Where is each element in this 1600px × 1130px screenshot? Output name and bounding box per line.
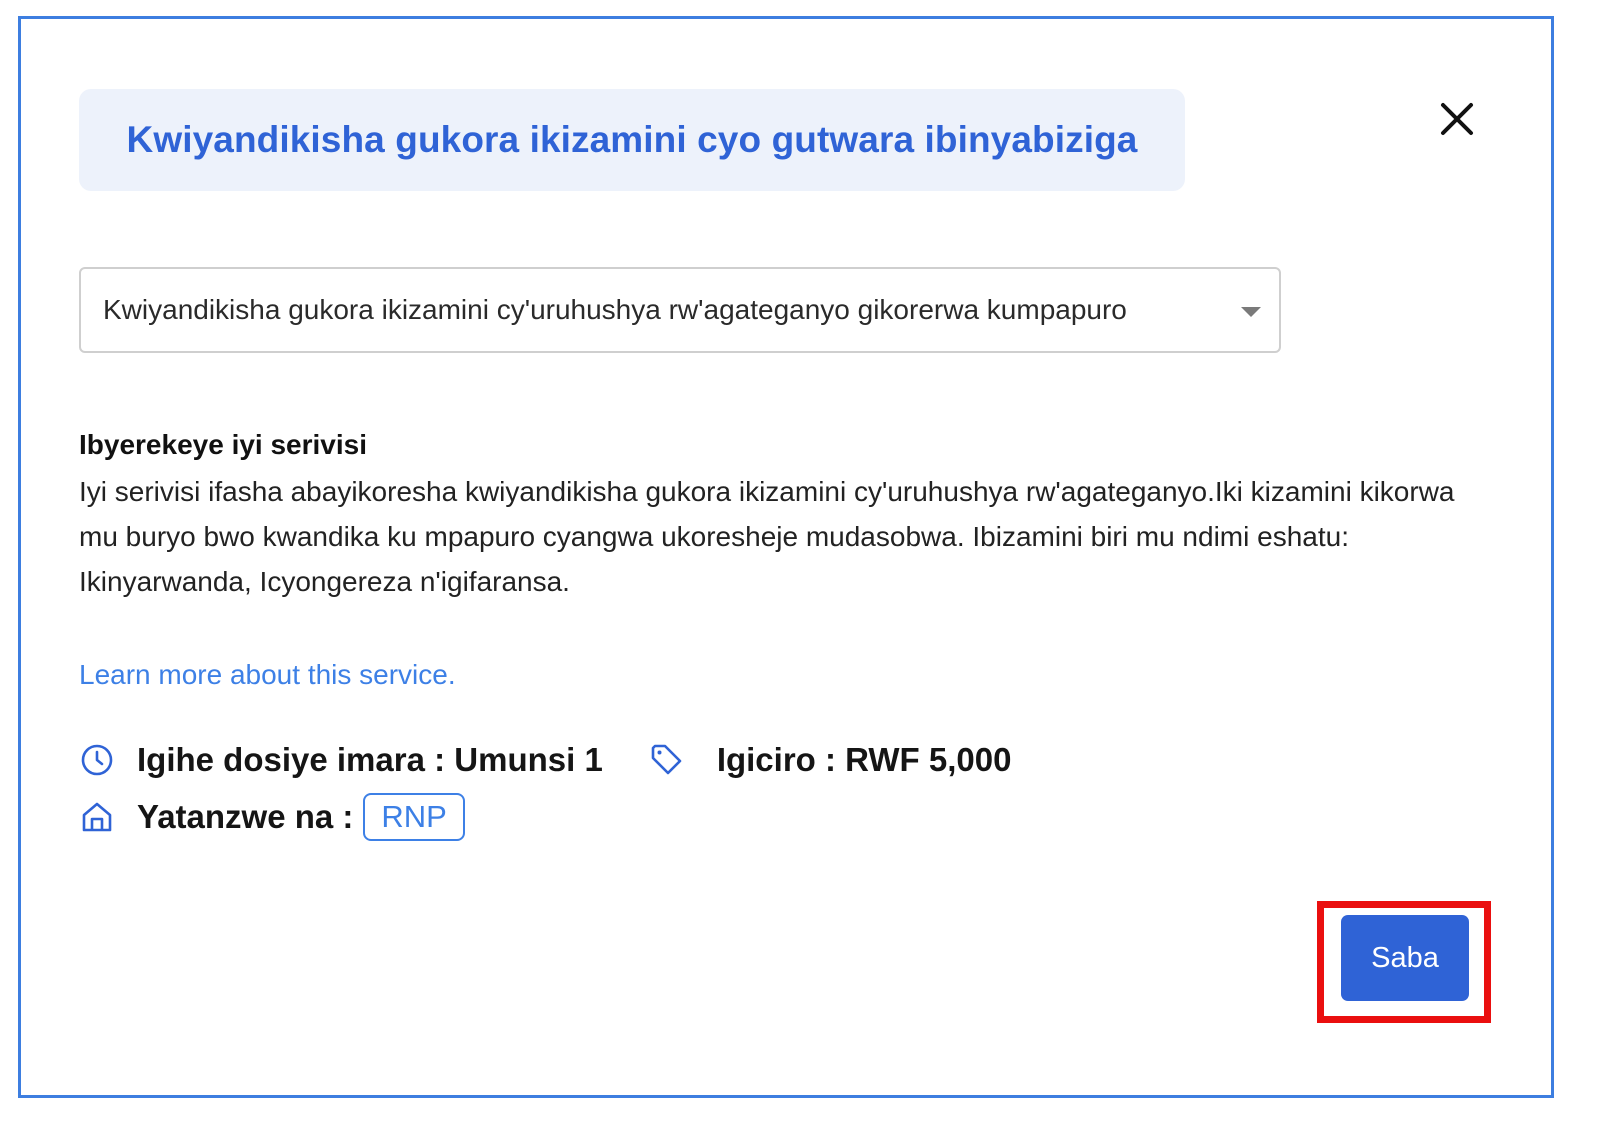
- about-description: Iyi serivisi ifasha abayikoresha kwiyand…: [79, 476, 1455, 597]
- service-select-value: Kwiyandikisha gukora ikizamini cy'uruhus…: [103, 294, 1127, 325]
- meta-row-time-price: Igihe dosiye imara : Umunsi 1 Igiciro : …: [79, 741, 1011, 779]
- close-button[interactable]: [1433, 95, 1481, 143]
- chevron-down-icon: [1241, 307, 1261, 317]
- meta-row-provider: Yatanzwe na : RNP: [79, 793, 465, 841]
- close-icon: [1441, 103, 1473, 135]
- provided-by-label: Yatanzwe na :: [137, 798, 354, 835]
- building-icon: [79, 799, 115, 835]
- modal-title: Kwiyandikisha gukora ikizamini cyo gutwa…: [126, 119, 1138, 160]
- modal-title-banner: Kwiyandikisha gukora ikizamini cyo gutwa…: [79, 89, 1185, 191]
- service-select[interactable]: Kwiyandikisha gukora ikizamini cy'uruhus…: [79, 267, 1281, 353]
- tag-icon: [649, 742, 685, 778]
- learn-more-link[interactable]: Learn more about this service.: [79, 659, 456, 691]
- saba-button[interactable]: Saba: [1341, 915, 1469, 1001]
- about-heading: Ibyerekeye iyi serivisi: [79, 429, 367, 460]
- processing-time: Igihe dosiye imara : Umunsi 1: [137, 741, 603, 778]
- provider-badge: RNP: [363, 793, 465, 841]
- service-modal: Kwiyandikisha gukora ikizamini cyo gutwa…: [18, 16, 1554, 1098]
- clock-icon: [79, 742, 115, 778]
- service-price: Igiciro : RWF 5,000: [716, 741, 1012, 778]
